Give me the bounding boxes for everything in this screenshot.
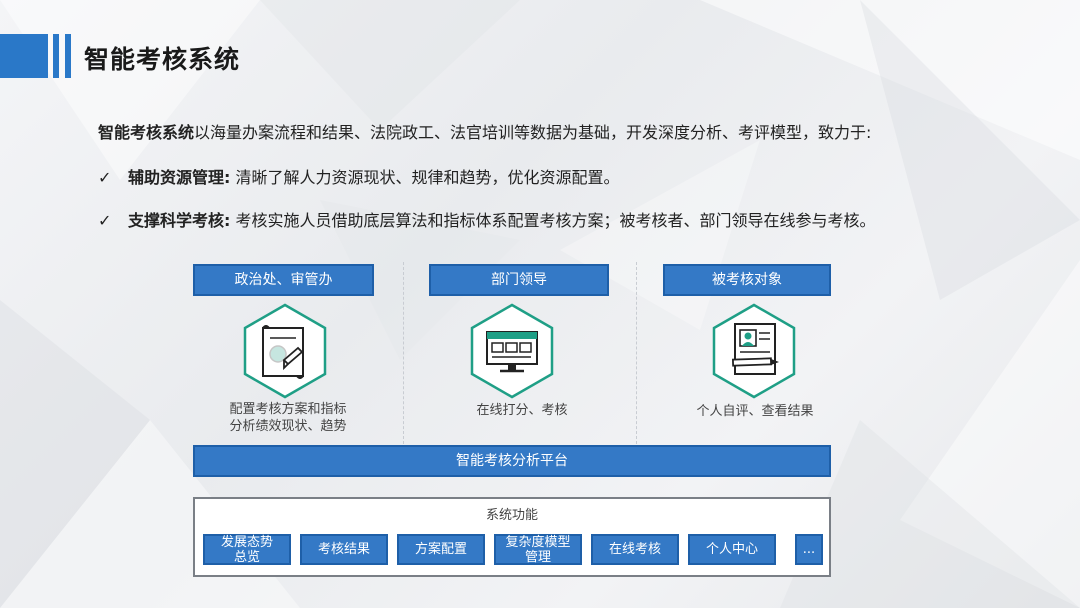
bullet-text: 清晰了解人力资源现状、规律和趋势，优化资源配置。 <box>230 168 620 187</box>
caption-line: 个人自评、查看结果 <box>696 404 814 419</box>
intro-bold: 智能考核系统 <box>98 123 195 142</box>
function-label: 在线考核 <box>608 542 661 557</box>
bullet-scientific-assessment: ✓ 支撑科学考核: 考核实施人员借助底层算法和指标体系配置考核方案；被考核者、部门… <box>98 207 876 231</box>
function-label: 个人中心 <box>705 542 758 557</box>
caption-line: 在线打分、考核 <box>476 403 568 418</box>
caption-line: 分析绩效现状、趋势 <box>229 419 347 434</box>
more-label: ... <box>802 542 816 557</box>
bullet-resource-management: ✓ 辅助资源管理: 清晰了解人力资源现状、规律和趋势，优化资源配置。 <box>98 164 620 188</box>
function-label: 复杂度模型 <box>505 534 571 550</box>
role-caption: 个人自评、查看结果 <box>670 403 840 420</box>
panel-title: 系统功能 <box>485 508 538 523</box>
role-caption: 在线打分、考核 <box>437 402 607 419</box>
function-label: 管理 <box>524 549 551 565</box>
page-title: 智能考核系统 <box>84 45 241 74</box>
header-accent-stripe <box>53 34 59 78</box>
intro-text: 以海量办案流程和结果、法院政工、法官培训等数据为基础，开发深度分析、考评模型，致… <box>194 123 872 142</box>
header-accent-stripe <box>65 34 71 78</box>
function-label: 发展态势 <box>220 534 273 550</box>
checkmark-icon: ✓ <box>98 168 112 187</box>
document-pen-icon <box>243 303 327 399</box>
profile-document-icon <box>712 303 796 399</box>
monitor-icon <box>470 303 554 399</box>
checkmark-icon: ✓ <box>98 211 112 230</box>
header-accent-bar <box>0 34 48 78</box>
intro-paragraph: 智能考核系统以海量办案流程和结果、法院政工、法官培训等数据为基础，开发深度分析、… <box>98 119 871 143</box>
function-personal-center[interactable]: 个人中心 <box>688 534 776 565</box>
function-complexity-model[interactable]: 复杂度模型 管理 <box>494 534 582 565</box>
function-more[interactable]: ... <box>795 534 823 565</box>
role-box-political-office[interactable]: 政治处、审管办 <box>193 264 374 296</box>
system-functions-panel: 系统功能 发展态势 总览 考核结果 方案配置 复杂度模型 管理 在线考核 个人中心 … <box>193 497 831 577</box>
bullet-title: 支撑科学考核: <box>128 211 231 230</box>
function-assessment-results[interactable]: 考核结果 <box>300 534 388 565</box>
function-label: 考核结果 <box>317 542 370 557</box>
column-divider <box>403 262 404 444</box>
role-box-department-leader[interactable]: 部门领导 <box>429 264 609 296</box>
caption-line: 配置考核方案和指标 <box>229 402 347 417</box>
column-divider <box>636 262 637 444</box>
slide: 智能考核系统 智能考核系统以海量办案流程和结果、法院政工、法官培训等数据为基础，… <box>0 0 1080 608</box>
role-box-assessed-person[interactable]: 被考核对象 <box>663 264 831 296</box>
function-online-assessment[interactable]: 在线考核 <box>591 534 679 565</box>
bullet-title: 辅助资源管理: <box>128 168 231 187</box>
function-label: 方案配置 <box>414 542 467 557</box>
function-label: 总览 <box>233 549 260 565</box>
function-plan-config[interactable]: 方案配置 <box>397 534 485 565</box>
function-trend-overview[interactable]: 发展态势 总览 <box>203 534 291 565</box>
role-caption: 配置考核方案和指标 分析绩效现状、趋势 <box>203 401 373 435</box>
analysis-platform-bar[interactable]: 智能考核分析平台 <box>193 445 831 477</box>
bullet-text: 考核实施人员借助底层算法和指标体系配置考核方案；被考核者、部门领导在线参与考核。 <box>230 211 876 230</box>
